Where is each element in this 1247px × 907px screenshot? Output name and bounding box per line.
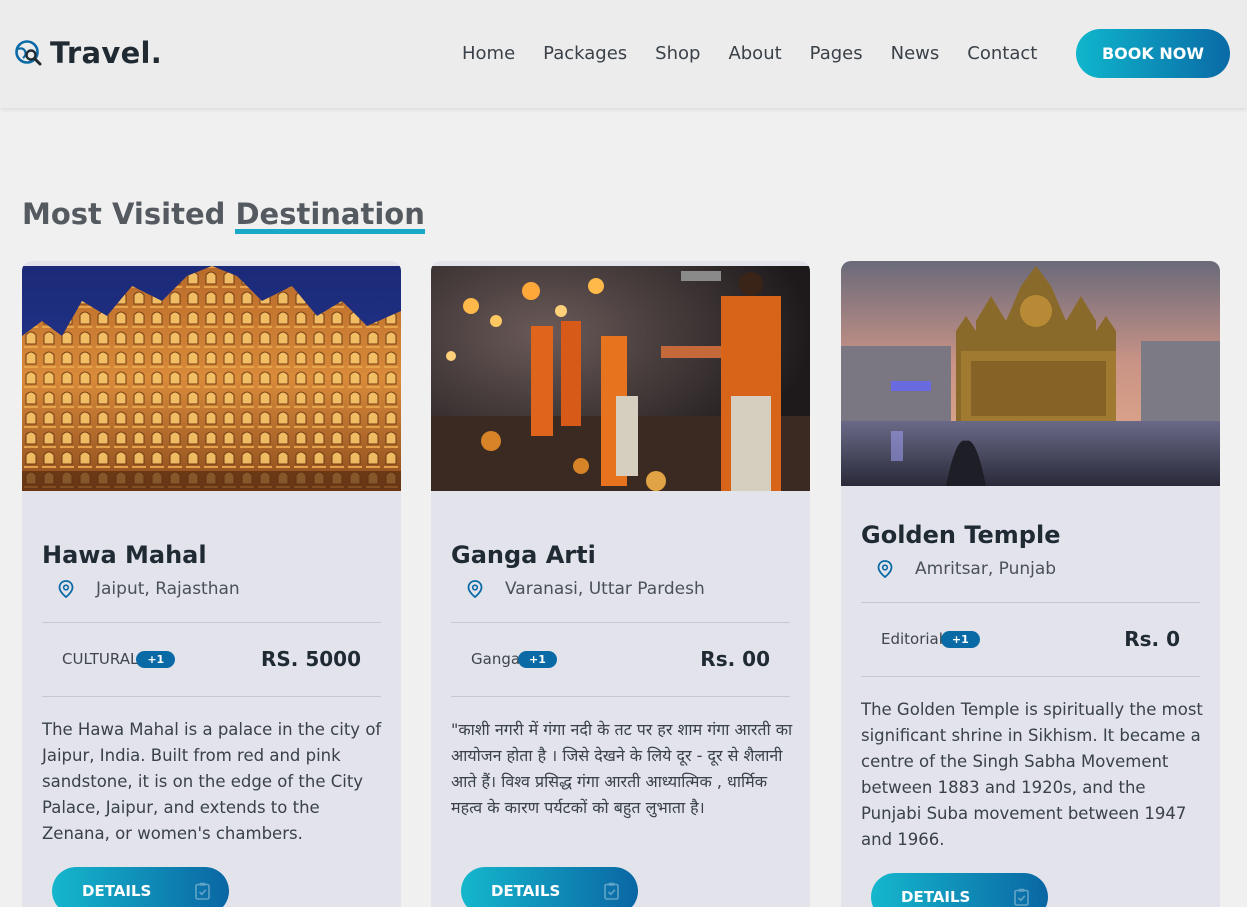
details-button-label: DETAILS [491, 882, 561, 900]
destination-card-golden-temple: Golden Temple Amritsar, Punjab Editorial… [841, 261, 1220, 907]
destination-card-hawa-mahal: Hawa Mahal Jaiput, Rajasthan CULTURAL +1… [22, 261, 401, 907]
card-category: Editorial +1 [881, 630, 980, 648]
card-location-text: Amritsar, Punjab [915, 559, 1057, 579]
category-label: CULTURAL [62, 650, 139, 668]
divider [451, 622, 790, 623]
divider [42, 622, 381, 623]
nav-contact[interactable]: Contact [967, 43, 1037, 64]
card-location-text: Jaiput, Rajasthan [96, 579, 240, 599]
card-title: Hawa Mahal [42, 541, 207, 569]
category-count-badge[interactable]: +1 [518, 650, 557, 668]
card-price: Rs. 00 [700, 647, 770, 671]
card-description: The Golden Temple is spiritually the mos… [861, 700, 1203, 849]
divider [861, 676, 1200, 677]
card-title: Ganga Arti [451, 541, 596, 569]
category-label: Ganga [471, 650, 521, 668]
nav-home[interactable]: Home [462, 43, 515, 64]
section-title: Most Visited Destination [22, 197, 425, 234]
details-button[interactable]: DETAILS [461, 867, 638, 907]
category-label: Editorial [881, 630, 943, 648]
nav-packages[interactable]: Packages [543, 43, 627, 64]
logo-text: Travel. [50, 36, 163, 70]
divider [42, 696, 381, 697]
details-button-label: DETAILS [82, 882, 152, 900]
clipboard-check-icon [1014, 888, 1030, 906]
divider [861, 602, 1200, 603]
card-description: The Hawa Mahal is a palace in the city o… [42, 720, 382, 843]
card-category: CULTURAL +1 [62, 650, 176, 668]
ganga-arti-image [431, 266, 810, 491]
card-location: Amritsar, Punjab [877, 559, 1056, 579]
card-description: "काशी नगरी में गंगा नदी के तट पर हर शाम … [451, 720, 793, 817]
card-title: Golden Temple [861, 521, 1061, 549]
card-location: Jaiput, Rajasthan [58, 579, 240, 599]
globe-search-icon [15, 40, 42, 66]
logo[interactable]: Travel. [14, 36, 162, 70]
details-button[interactable]: DETAILS [52, 867, 229, 907]
section-title-prefix: Most Visited [22, 197, 226, 231]
card-category: Ganga +1 [471, 650, 557, 668]
navbar: Travel. Home Packages Shop About Pages N… [0, 0, 1247, 108]
details-button[interactable]: DETAILS [871, 873, 1048, 907]
destination-card-ganga-arti: Ganga Arti Varanasi, Uttar Pardesh Ganga… [431, 261, 810, 907]
divider [451, 696, 790, 697]
card-price: RS. 5000 [260, 647, 361, 671]
map-pin-icon [877, 560, 893, 578]
clipboard-check-icon [195, 882, 211, 900]
card-location: Varanasi, Uttar Pardesh [467, 579, 705, 599]
card-price: Rs. 0 [1124, 627, 1180, 651]
details-button-label: DETAILS [901, 888, 971, 906]
main-nav: Home Packages Shop About Pages News Cont… [462, 43, 1065, 64]
clipboard-check-icon [604, 882, 620, 900]
section-title-highlight: Destination [235, 199, 425, 234]
golden-temple-image [841, 261, 1220, 486]
nav-news[interactable]: News [891, 43, 940, 64]
book-now-button[interactable]: BOOK NOW [1076, 29, 1230, 78]
card-location-text: Varanasi, Uttar Pardesh [505, 579, 705, 599]
nav-about[interactable]: About [728, 43, 781, 64]
nav-pages[interactable]: Pages [810, 43, 863, 64]
hawa-mahal-image [22, 266, 401, 491]
category-count-badge[interactable]: +1 [940, 630, 980, 648]
map-pin-icon [58, 580, 74, 598]
category-count-badge[interactable]: +1 [136, 650, 176, 668]
nav-shop[interactable]: Shop [655, 43, 700, 64]
map-pin-icon [467, 580, 483, 598]
